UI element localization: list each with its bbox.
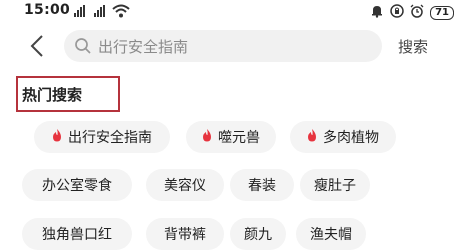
tag-label: 渔夫帽	[310, 227, 352, 243]
search-tag[interactable]: 颜九	[230, 218, 286, 250]
status-time: 15:00	[24, 2, 71, 18]
hot-search-title: 热门搜索	[22, 86, 83, 104]
hot-tag[interactable]: 多肉植物	[290, 121, 396, 153]
status-bar: 15:00 71	[0, 0, 466, 26]
signal-2-icon	[94, 5, 114, 17]
search-tag[interactable]: 渔夫帽	[296, 218, 366, 250]
tag-label: 出行安全指南	[68, 130, 152, 146]
vpn-icon	[390, 3, 404, 22]
tag-label: 办公室零食	[42, 178, 112, 194]
search-tag[interactable]: 独角兽口红	[22, 218, 132, 250]
search-button[interactable]: 搜索	[398, 36, 428, 57]
flame-icon	[52, 128, 62, 146]
search-input[interactable]: 出行安全指南	[64, 30, 382, 62]
signal-icon	[74, 5, 94, 17]
tag-label: 美容仪	[164, 178, 206, 194]
tag-label: 颜九	[244, 227, 272, 243]
tag-label: 独角兽口红	[42, 227, 112, 243]
tag-label: 瘦肚子	[314, 178, 356, 194]
search-icon	[74, 37, 92, 59]
search-tag[interactable]: 春装	[230, 169, 294, 201]
search-tag[interactable]: 办公室零食	[22, 169, 132, 201]
hot-tag[interactable]: 出行安全指南	[34, 121, 170, 153]
bell-icon	[370, 3, 384, 22]
tag-label: 春装	[248, 178, 276, 194]
search-row: 出行安全指南 搜索	[0, 30, 466, 64]
wifi-icon	[112, 4, 130, 18]
alarm-icon	[410, 3, 424, 22]
tag-label: 多肉植物	[323, 130, 379, 146]
tag-label: 背带裤	[164, 227, 206, 243]
back-arrow-icon[interactable]	[30, 34, 44, 62]
hot-tag[interactable]: 噬元兽	[186, 121, 276, 153]
search-tag[interactable]: 瘦肚子	[300, 169, 370, 201]
search-tag[interactable]: 美容仪	[146, 169, 224, 201]
battery-indicator: 71	[430, 5, 454, 20]
search-placeholder: 出行安全指南	[98, 38, 189, 56]
flame-icon	[202, 128, 212, 146]
tag-label: 噬元兽	[218, 130, 260, 146]
flame-icon	[307, 128, 317, 146]
search-tag[interactable]: 背带裤	[146, 218, 224, 250]
